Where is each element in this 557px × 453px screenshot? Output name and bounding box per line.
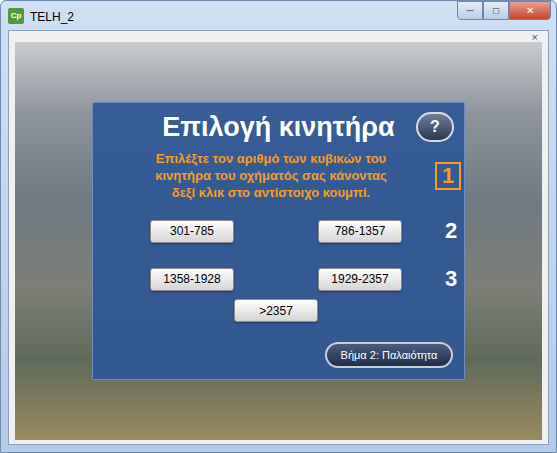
instruction-text: Επιλέξτε τον αριθμό των κυβικών τουκινητ…: [115, 150, 427, 201]
step-marker: 2: [445, 219, 457, 243]
client-area: × Επιλογή κινητήρα? Επιλέξτε τον αριθμό τω…: [8, 30, 549, 445]
engine-panel: Επιλογή κινητήρα? Επιλέξτε τον αριθμό των…: [92, 102, 465, 380]
inner-close-button[interactable]: ×: [532, 32, 538, 42]
option-button[interactable]: 786-1357: [318, 220, 402, 243]
background-photo: Επιλογή κινητήρα? Επιλέξτε τον αριθμό των…: [15, 42, 542, 440]
title-bar: Cp TELH_2 ─□✕: [1, 1, 556, 30]
option-button[interactable]: 301-785: [150, 220, 234, 243]
minimize-button[interactable]: ─: [457, 1, 483, 20]
option-button[interactable]: >2357: [234, 299, 318, 322]
step-marker: 1: [435, 162, 461, 190]
option-row: >2357: [93, 299, 464, 322]
step-marker: 3: [445, 267, 457, 291]
close-button[interactable]: ✕: [509, 1, 551, 20]
option-button[interactable]: 1929-2357: [318, 268, 402, 291]
option-row: 301-785 786-1357 2: [93, 219, 464, 243]
app-window: Cp TELH_2 ─□✕ × Επιλογή κινητήρα? Επιλέξτε το…: [0, 0, 557, 453]
maximize-button[interactable]: □: [483, 1, 509, 20]
option-button[interactable]: 1358-1928: [150, 268, 234, 291]
panel-title: Επιλογή κινητήρα: [162, 110, 394, 144]
window-title: TELH_2: [30, 8, 74, 26]
help-button[interactable]: ?: [416, 112, 454, 142]
option-row: 1358-1928 1929-2357 3: [93, 267, 464, 291]
next-step-button[interactable]: Βήμα 2: Παλαιότητα: [325, 342, 453, 368]
app-icon: Cp: [8, 8, 24, 24]
